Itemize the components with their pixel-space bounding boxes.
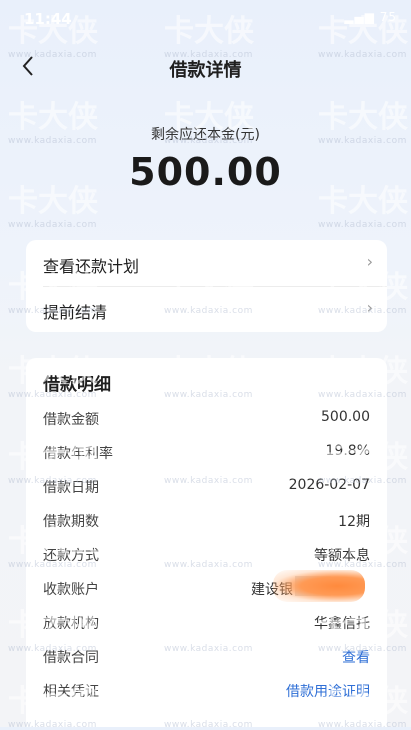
detail-value: 500.00 [321, 409, 370, 425]
balance-label: 剩余应还本金(元) [151, 127, 260, 143]
chevron-right-icon: › [366, 298, 373, 317]
detail-key: 借款合同 [43, 650, 99, 666]
detail-row-method: 还款方式 等额本息 [26, 542, 387, 568]
detail-row-terms: 借款期数 12期 [26, 508, 387, 534]
nav-bar: 借款详情 [0, 44, 411, 88]
detail-value: 华鑫信托 [314, 616, 370, 632]
status-bar: 11:44 ▂▄▆ 75 [0, 0, 411, 36]
detail-row-amount: 借款金额 500.00 [26, 406, 387, 432]
detail-key: 还款方式 [43, 548, 99, 564]
early-settlement-label: 提前结清 [43, 303, 108, 322]
detail-value: 等额本息 [314, 548, 370, 564]
detail-row-date: 借款日期 2026-02-07 [26, 474, 387, 500]
status-icons: ▂▄▆ 75 [344, 10, 397, 24]
repayment-plan-row[interactable]: 查看还款计划 › [26, 240, 387, 286]
detail-value: 19.8% [325, 443, 370, 459]
detail-value: 2026-02-07 [288, 477, 370, 493]
detail-key: 借款年利率 [43, 446, 113, 462]
section-title: 借款明细 [43, 375, 111, 395]
detail-row-lender: 放款机构 华鑫信托 [26, 610, 387, 636]
detail-key: 借款日期 [43, 480, 99, 496]
repayment-plan-label: 查看还款计划 [43, 257, 140, 276]
battery-level: 75 [379, 10, 397, 24]
redaction-mask [273, 570, 365, 602]
detail-value: 12期 [338, 514, 370, 530]
detail-row-rate: 借款年利率 19.8% [26, 440, 387, 466]
detail-key: 收款账户 [43, 582, 99, 598]
page-title: 借款详情 [169, 60, 242, 81]
action-card: 查看还款计划 › 提前结清 › [26, 240, 387, 332]
view-contract-link[interactable]: 查看 [342, 647, 370, 667]
detail-key: 借款期数 [43, 514, 99, 530]
early-settlement-row[interactable]: 提前结清 › [26, 286, 387, 332]
loan-purpose-proof-link[interactable]: 借款用途证明 [286, 681, 370, 701]
chevron-right-icon: › [366, 252, 373, 271]
detail-key: 相关凭证 [43, 684, 99, 700]
status-time: 11:44 [24, 10, 72, 28]
detail-key: 借款金额 [43, 412, 99, 428]
detail-row-contract: 借款合同 查看 [26, 644, 387, 670]
signal-icon: ▂▄▆ [344, 10, 375, 24]
detail-key: 放款机构 [43, 616, 99, 632]
detail-row-account: 收款账户 建设银 [26, 570, 387, 602]
detail-row-voucher: 相关凭证 借款用途证明 [26, 678, 387, 704]
balance-value: 500.00 [129, 150, 282, 194]
loan-detail-card: 借款明细 借款金额 500.00 借款年利率 19.8% 借款日期 2026-0… [26, 358, 387, 727]
